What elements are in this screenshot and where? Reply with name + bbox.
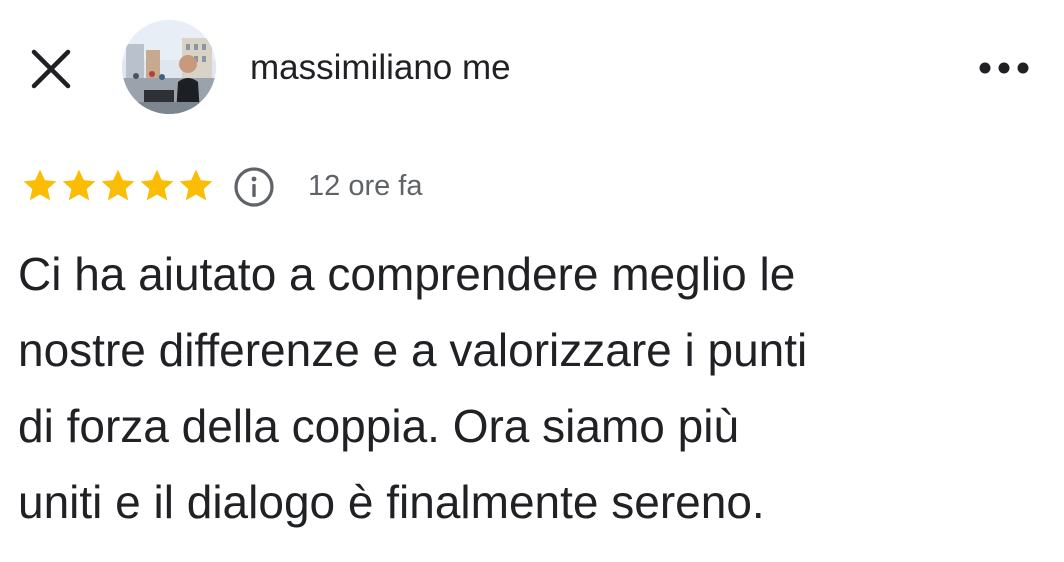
more-horizontal-icon — [979, 62, 1029, 74]
info-button[interactable] — [232, 165, 276, 209]
review-text: Ci ha aiutato a comprendere meglio le no… — [18, 248, 808, 528]
star-icon — [20, 166, 60, 206]
review-header: massimiliano me — [0, 0, 1064, 140]
author-name[interactable]: massimiliano me — [250, 44, 511, 92]
star-icon — [137, 166, 177, 206]
review-meta: 12 ore fa — [20, 160, 720, 212]
star-rating — [20, 166, 220, 206]
star-icon — [98, 166, 138, 206]
close-button[interactable] — [22, 38, 82, 98]
star-icon — [176, 166, 216, 206]
avatar[interactable] — [122, 20, 216, 114]
close-icon — [31, 49, 71, 89]
review-time: 12 ore fa — [308, 170, 423, 202]
more-options-button[interactable] — [968, 46, 1040, 90]
star-icon — [59, 166, 99, 206]
info-icon — [234, 167, 274, 207]
